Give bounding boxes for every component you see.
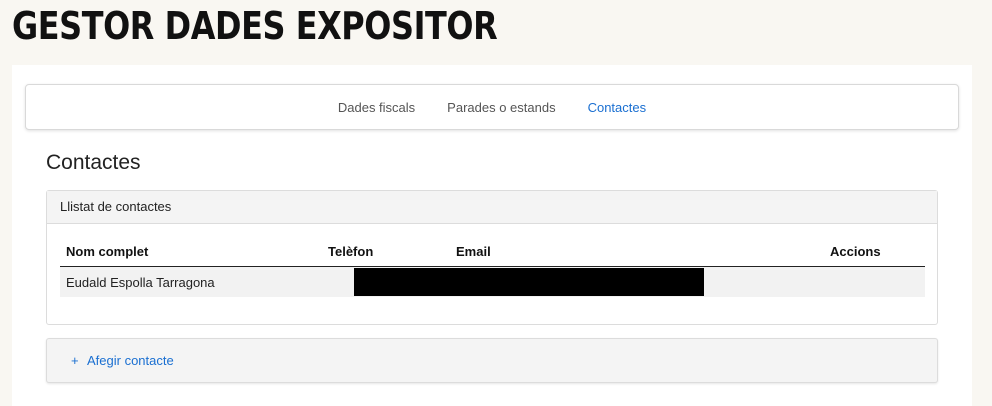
cell-actions <box>824 266 925 297</box>
add-contact-button[interactable]: + Afegir contacte <box>71 339 174 382</box>
contacts-list-card: Llistat de contactes Nom complet Telèfon… <box>46 190 938 325</box>
add-contact-label: Afegir contacte <box>87 353 174 368</box>
page-title: GESTOR DADES EXPOSITOR <box>12 4 498 48</box>
add-contact-card: + Afegir contacte <box>46 338 938 383</box>
column-header-actions: Accions <box>824 236 925 267</box>
tab-dades-fiscals[interactable]: Dades fiscals <box>322 100 431 115</box>
column-header-name: Nom complet <box>60 236 322 267</box>
tab-contactes[interactable]: Contactes <box>572 100 663 115</box>
redacted-block <box>354 268 704 296</box>
nav-tabs: Dades fiscals Parades o estands Contacte… <box>26 85 958 129</box>
column-header-phone: Telèfon <box>322 236 450 267</box>
plus-icon: + <box>71 353 79 368</box>
section-title: Contactes <box>46 151 141 174</box>
list-card-header: Llistat de contactes <box>47 191 937 224</box>
cell-name: Eudald Espolla Tarragona <box>60 266 322 297</box>
nav-bar: Dades fiscals Parades o estands Contacte… <box>25 84 959 130</box>
main-panel: Dades fiscals Parades o estands Contacte… <box>12 65 972 406</box>
table-header-row: Nom complet Telèfon Email Accions <box>60 236 925 267</box>
column-header-email: Email <box>450 236 824 267</box>
tab-parades-o-estands[interactable]: Parades o estands <box>431 100 571 115</box>
